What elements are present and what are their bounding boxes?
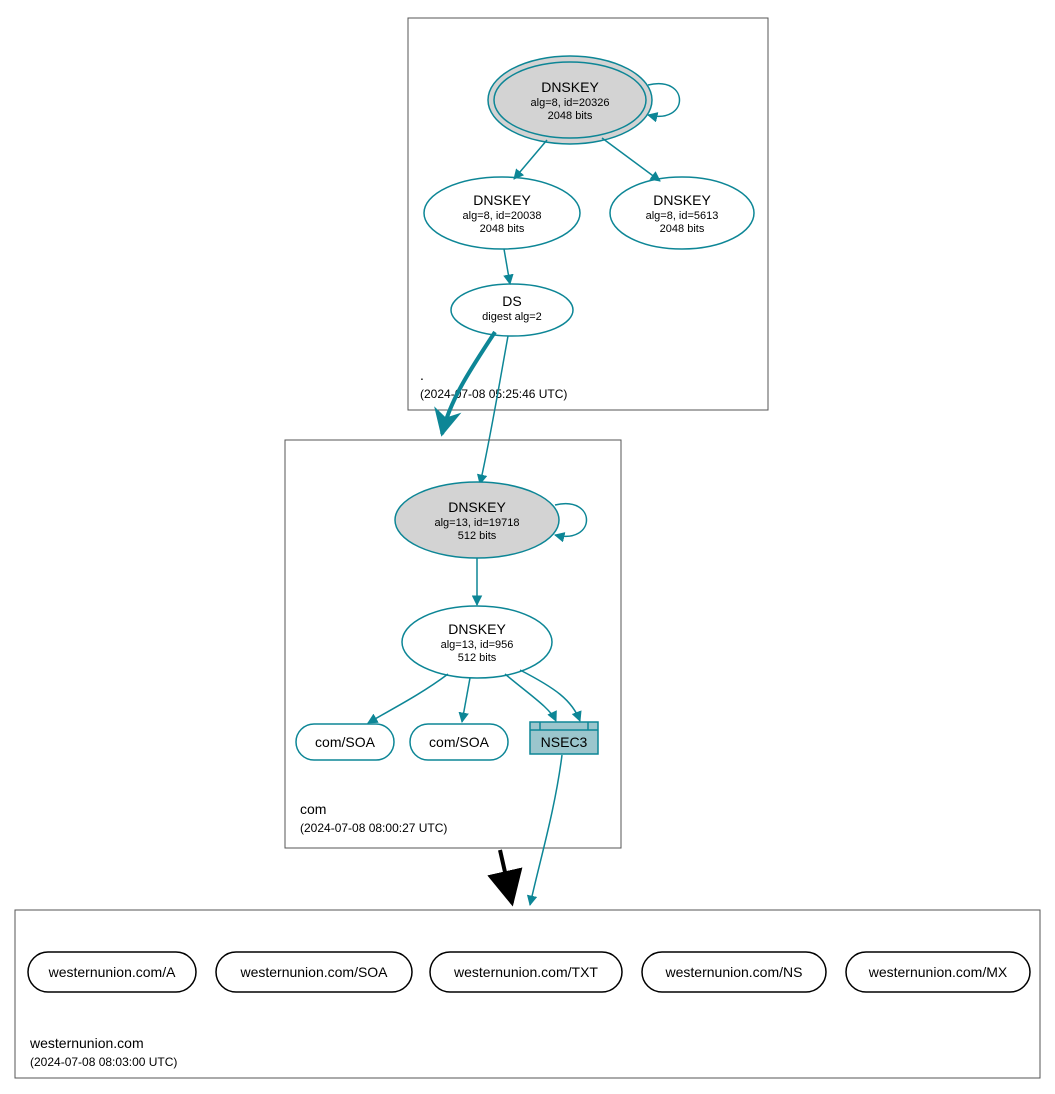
svg-text:westernunion.com/SOA: westernunion.com/SOA bbox=[239, 964, 388, 980]
svg-text:DNSKEY: DNSKEY bbox=[473, 192, 531, 208]
edge-nsec-to-leaf bbox=[530, 755, 562, 905]
svg-text:com/SOA: com/SOA bbox=[429, 734, 490, 750]
root-ksk: DNSKEY alg=8, id=20326 2048 bits bbox=[488, 56, 652, 144]
svg-text:2048 bits: 2048 bits bbox=[548, 110, 593, 122]
zone-com-ts: (2024-07-08 08:00:27 UTC) bbox=[300, 821, 447, 835]
leaf-rr-0: westernunion.com/A bbox=[28, 952, 196, 992]
dnssec-graph: . (2024-07-08 05:25:46 UTC) DNSKEY alg=8… bbox=[0, 0, 1055, 1094]
svg-text:westernunion.com/TXT: westernunion.com/TXT bbox=[453, 964, 598, 980]
svg-text:2048 bits: 2048 bits bbox=[660, 223, 705, 235]
svg-text:NSEC3: NSEC3 bbox=[541, 734, 588, 750]
edge-ksk-zsk2 bbox=[602, 138, 660, 181]
svg-text:alg=8, id=5613: alg=8, id=5613 bbox=[646, 210, 719, 222]
svg-text:DNSKEY: DNSKEY bbox=[653, 192, 711, 208]
zone-leaf-name: westernunion.com bbox=[29, 1035, 144, 1051]
edge-zsk-ds bbox=[504, 249, 510, 284]
zone-leaf-ts: (2024-07-08 08:03:00 UTC) bbox=[30, 1055, 177, 1069]
svg-text:DS: DS bbox=[502, 293, 521, 309]
zone-root: . (2024-07-08 05:25:46 UTC) DNSKEY alg=8… bbox=[408, 18, 768, 410]
svg-text:westernunion.com/A: westernunion.com/A bbox=[48, 964, 177, 980]
svg-text:512 bits: 512 bits bbox=[458, 652, 497, 664]
leaf-rr-1: westernunion.com/SOA bbox=[216, 952, 412, 992]
zone-root-ts: (2024-07-08 05:25:46 UTC) bbox=[420, 387, 567, 401]
zone-com-name: com bbox=[300, 801, 326, 817]
root-zsk2: DNSKEY alg=8, id=5613 2048 bits bbox=[610, 177, 754, 249]
svg-text:DNSKEY: DNSKEY bbox=[448, 621, 506, 637]
edge-ksk-zsk bbox=[514, 140, 547, 179]
edge-com-zsk-soa2 bbox=[462, 678, 470, 722]
svg-text:digest alg=2: digest alg=2 bbox=[482, 311, 542, 323]
svg-text:westernunion.com/NS: westernunion.com/NS bbox=[665, 964, 803, 980]
com-ksk: DNSKEY alg=13, id=19718 512 bits bbox=[395, 482, 559, 558]
edge-com-zsk-soa1 bbox=[368, 674, 448, 723]
root-zsk: DNSKEY alg=8, id=20038 2048 bits bbox=[424, 177, 580, 249]
svg-text:alg=8, id=20326: alg=8, id=20326 bbox=[531, 97, 610, 109]
zone-leaf: westernunion.com (2024-07-08 08:03:00 UT… bbox=[15, 910, 1040, 1078]
leaf-rr-3: westernunion.com/NS bbox=[642, 952, 826, 992]
leaf-rr-2: westernunion.com/TXT bbox=[430, 952, 622, 992]
root-ds: DS digest alg=2 bbox=[451, 284, 573, 336]
zone-com: com (2024-07-08 08:00:27 UTC) DNSKEY alg… bbox=[285, 440, 621, 848]
edge-com-to-leaf-zone bbox=[500, 850, 512, 903]
svg-text:com/SOA: com/SOA bbox=[315, 734, 376, 750]
leaf-rr-4: westernunion.com/MX bbox=[846, 952, 1030, 992]
com-nsec3: NSEC3 bbox=[530, 722, 598, 754]
edge-root-to-com-zone bbox=[442, 332, 495, 434]
svg-text:alg=13, id=19718: alg=13, id=19718 bbox=[434, 517, 519, 529]
com-zsk: DNSKEY alg=13, id=956 512 bits bbox=[402, 606, 552, 678]
com-soa-1: com/SOA bbox=[296, 724, 394, 760]
svg-text:2048 bits: 2048 bits bbox=[480, 223, 525, 235]
edge-com-zsk-nsec-a bbox=[505, 674, 556, 721]
svg-text:alg=8, id=20038: alg=8, id=20038 bbox=[463, 210, 542, 222]
svg-text:westernunion.com/MX: westernunion.com/MX bbox=[868, 964, 1008, 980]
svg-text:DNSKEY: DNSKEY bbox=[448, 499, 506, 515]
svg-text:512 bits: 512 bits bbox=[458, 530, 497, 542]
zone-root-name: . bbox=[420, 367, 424, 383]
svg-text:DNSKEY: DNSKEY bbox=[541, 79, 599, 95]
svg-text:alg=13, id=956: alg=13, id=956 bbox=[441, 639, 514, 651]
com-soa-2: com/SOA bbox=[410, 724, 508, 760]
